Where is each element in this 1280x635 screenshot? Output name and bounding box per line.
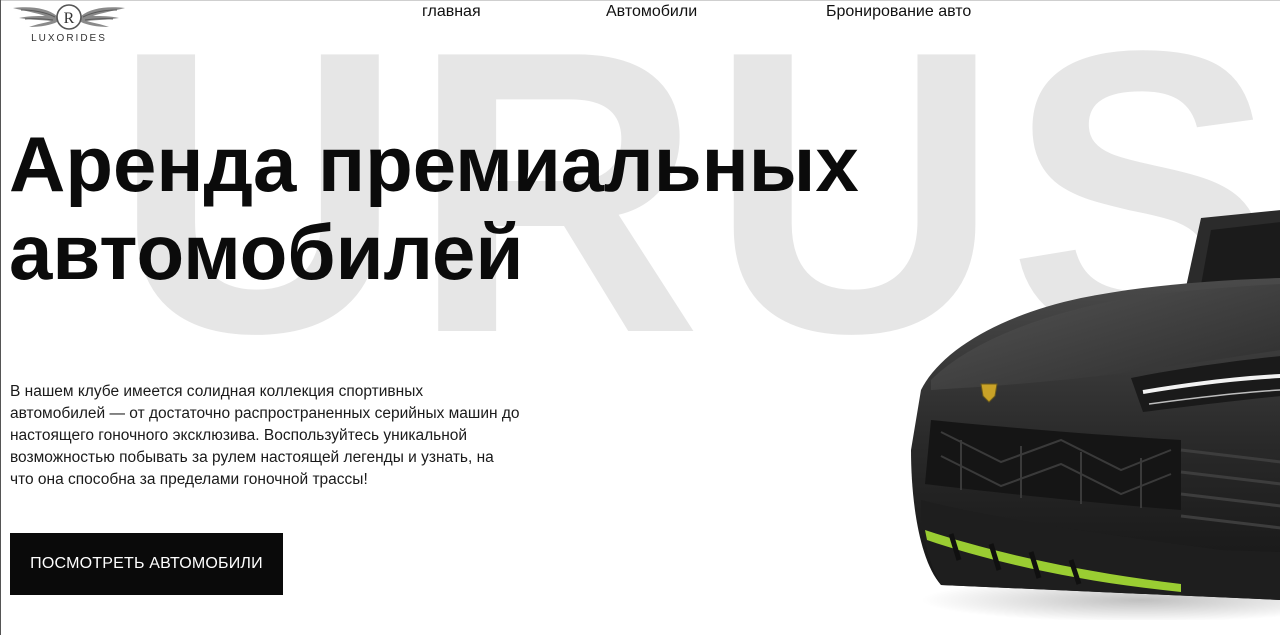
car-image <box>881 200 1280 620</box>
nav-item-cars[interactable]: Автомобили <box>606 3 697 21</box>
nav-item-home[interactable]: главная <box>422 3 481 21</box>
logo-wordmark: LUXORIDES <box>31 33 107 44</box>
nav-item-booking[interactable]: Бронирование авто <box>826 3 971 21</box>
view-cars-button[interactable]: ПОСМОТРЕТЬ АВТОМОБИЛИ <box>10 533 283 595</box>
hero-description: В нашем клубе имеется солидная коллекция… <box>10 383 520 488</box>
hero-headline: Аренда премиальных автомобилей <box>9 120 859 296</box>
wings-emblem-icon: R <box>13 4 125 30</box>
landing-page: URUS R LUXORIDES главная Автомобили Брон… <box>0 0 1280 635</box>
hero-headline-line1: Аренда премиальных <box>9 120 859 208</box>
brand-logo[interactable]: R LUXORIDES <box>11 2 127 46</box>
svg-text:R: R <box>64 10 75 27</box>
hero-headline-line2: автомобилей <box>9 208 524 296</box>
